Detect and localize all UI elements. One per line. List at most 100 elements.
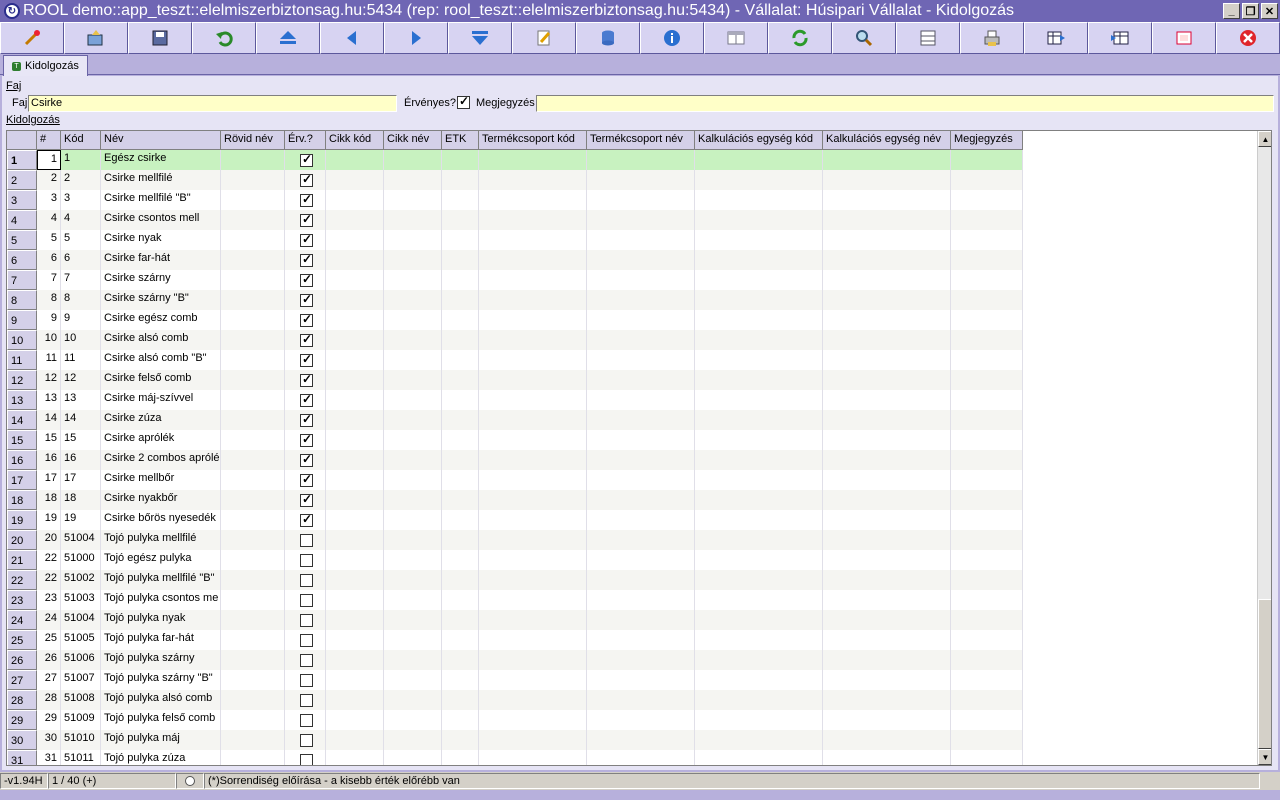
valid-checkbox[interactable] xyxy=(300,574,313,587)
cell-unit-code[interactable] xyxy=(695,330,823,350)
row-header[interactable]: 26 xyxy=(7,650,37,670)
cell-name[interactable]: Tojó pulyka máj xyxy=(101,730,221,750)
cell-short-name[interactable] xyxy=(221,430,285,450)
valid-checkbox[interactable] xyxy=(300,452,313,467)
table-row[interactable]: 31 31 51011 Tojó pulyka zúza xyxy=(7,750,1023,765)
cell-group-name[interactable] xyxy=(587,450,695,470)
cell-short-name[interactable] xyxy=(221,410,285,430)
cell-note[interactable] xyxy=(951,550,1023,570)
cell-group-code[interactable] xyxy=(479,530,587,550)
valid-checkbox[interactable] xyxy=(300,272,313,287)
database-button[interactable] xyxy=(576,22,640,54)
cell-code[interactable]: 8 xyxy=(61,290,101,310)
cell-etk[interactable] xyxy=(442,230,479,250)
cell-valid[interactable] xyxy=(285,410,326,430)
cell-unit-name[interactable] xyxy=(823,750,951,765)
scroll-up-icon[interactable]: ▲ xyxy=(1258,131,1271,147)
cell-item-code[interactable] xyxy=(326,590,384,610)
cell-sequence[interactable]: 27 xyxy=(37,670,61,690)
cell-etk[interactable] xyxy=(442,710,479,730)
cell-group-name[interactable] xyxy=(587,630,695,650)
cell-group-code[interactable] xyxy=(479,650,587,670)
valid-checkbox[interactable] xyxy=(300,372,313,387)
cell-valid[interactable] xyxy=(285,150,326,170)
cell-unit-code[interactable] xyxy=(695,530,823,550)
column-header[interactable]: Megjegyzés xyxy=(951,131,1023,150)
cell-valid[interactable] xyxy=(285,210,326,230)
cell-item-code[interactable] xyxy=(326,650,384,670)
cell-unit-name[interactable] xyxy=(823,510,951,530)
cell-group-code[interactable] xyxy=(479,290,587,310)
cell-unit-name[interactable] xyxy=(823,450,951,470)
cell-item-name[interactable] xyxy=(384,210,442,230)
cell-valid[interactable] xyxy=(285,470,326,490)
cell-valid[interactable] xyxy=(285,250,326,270)
cell-sequence[interactable]: 3 xyxy=(37,190,61,210)
cell-code[interactable]: 51005 xyxy=(61,630,101,650)
table-row[interactable]: 4 4 4 Csirke csontos mell xyxy=(7,210,1023,230)
cell-sequence[interactable]: 20 xyxy=(37,530,61,550)
cell-group-name[interactable] xyxy=(587,250,695,270)
table-row[interactable]: 17 17 17 Csirke mellbőr xyxy=(7,470,1023,490)
cell-short-name[interactable] xyxy=(221,470,285,490)
cell-note[interactable] xyxy=(951,230,1023,250)
cell-unit-code[interactable] xyxy=(695,350,823,370)
tab-kidolgozas[interactable]: T Kidolgozás xyxy=(3,55,88,76)
search-button[interactable] xyxy=(832,22,896,54)
cell-sequence[interactable]: 18 xyxy=(37,490,61,510)
cell-item-name[interactable] xyxy=(384,450,442,470)
cell-sequence[interactable]: 2 xyxy=(37,170,61,190)
valid-checkbox[interactable] xyxy=(300,152,313,167)
cell-group-code[interactable] xyxy=(479,670,587,690)
cell-etk[interactable] xyxy=(442,270,479,290)
cell-short-name[interactable] xyxy=(221,330,285,350)
cell-name[interactable]: Csirke máj-szívvel xyxy=(101,390,221,410)
cell-valid[interactable] xyxy=(285,730,326,750)
cell-unit-name[interactable] xyxy=(823,250,951,270)
vertical-scrollbar[interactable]: ▲ ▼ xyxy=(1257,131,1271,765)
cell-unit-name[interactable] xyxy=(823,210,951,230)
cell-group-name[interactable] xyxy=(587,290,695,310)
cell-item-name[interactable] xyxy=(384,470,442,490)
cell-item-code[interactable] xyxy=(326,190,384,210)
cell-short-name[interactable] xyxy=(221,690,285,710)
cell-etk[interactable] xyxy=(442,670,479,690)
close-button[interactable] xyxy=(1216,22,1280,54)
cell-unit-code[interactable] xyxy=(695,450,823,470)
cell-unit-code[interactable] xyxy=(695,430,823,450)
cell-note[interactable] xyxy=(951,330,1023,350)
print-button[interactable] xyxy=(960,22,1024,54)
row-header[interactable]: 29 xyxy=(7,710,37,730)
cell-unit-code[interactable] xyxy=(695,590,823,610)
cell-item-code[interactable] xyxy=(326,710,384,730)
minimize-icon[interactable]: _ xyxy=(1223,3,1240,19)
cell-item-name[interactable] xyxy=(384,170,442,190)
cell-valid[interactable] xyxy=(285,490,326,510)
cell-group-code[interactable] xyxy=(479,710,587,730)
cell-code[interactable]: 9 xyxy=(61,310,101,330)
row-header[interactable]: 31 xyxy=(7,750,37,765)
cell-unit-code[interactable] xyxy=(695,690,823,710)
cell-item-code[interactable] xyxy=(326,450,384,470)
cell-short-name[interactable] xyxy=(221,390,285,410)
cell-group-code[interactable] xyxy=(479,150,587,170)
cell-short-name[interactable] xyxy=(221,250,285,270)
cell-unit-code[interactable] xyxy=(695,170,823,190)
cell-code[interactable]: 51006 xyxy=(61,650,101,670)
cell-item-code[interactable] xyxy=(326,470,384,490)
cell-code[interactable]: 51009 xyxy=(61,710,101,730)
cell-sequence[interactable]: 1 xyxy=(37,150,61,170)
cell-note[interactable] xyxy=(951,490,1023,510)
column-header[interactable]: # xyxy=(37,131,61,150)
cell-item-name[interactable] xyxy=(384,710,442,730)
cell-sequence[interactable]: 30 xyxy=(37,730,61,750)
cell-unit-code[interactable] xyxy=(695,750,823,765)
table-row[interactable]: 27 27 51007 Tojó pulyka szárny "B" xyxy=(7,670,1023,690)
cell-short-name[interactable] xyxy=(221,590,285,610)
row-header[interactable]: 17 xyxy=(7,470,37,490)
table-row[interactable]: 18 18 18 Csirke nyakbőr xyxy=(7,490,1023,510)
cell-etk[interactable] xyxy=(442,730,479,750)
cell-item-code[interactable] xyxy=(326,730,384,750)
cell-note[interactable] xyxy=(951,690,1023,710)
cell-sequence[interactable]: 29 xyxy=(37,710,61,730)
